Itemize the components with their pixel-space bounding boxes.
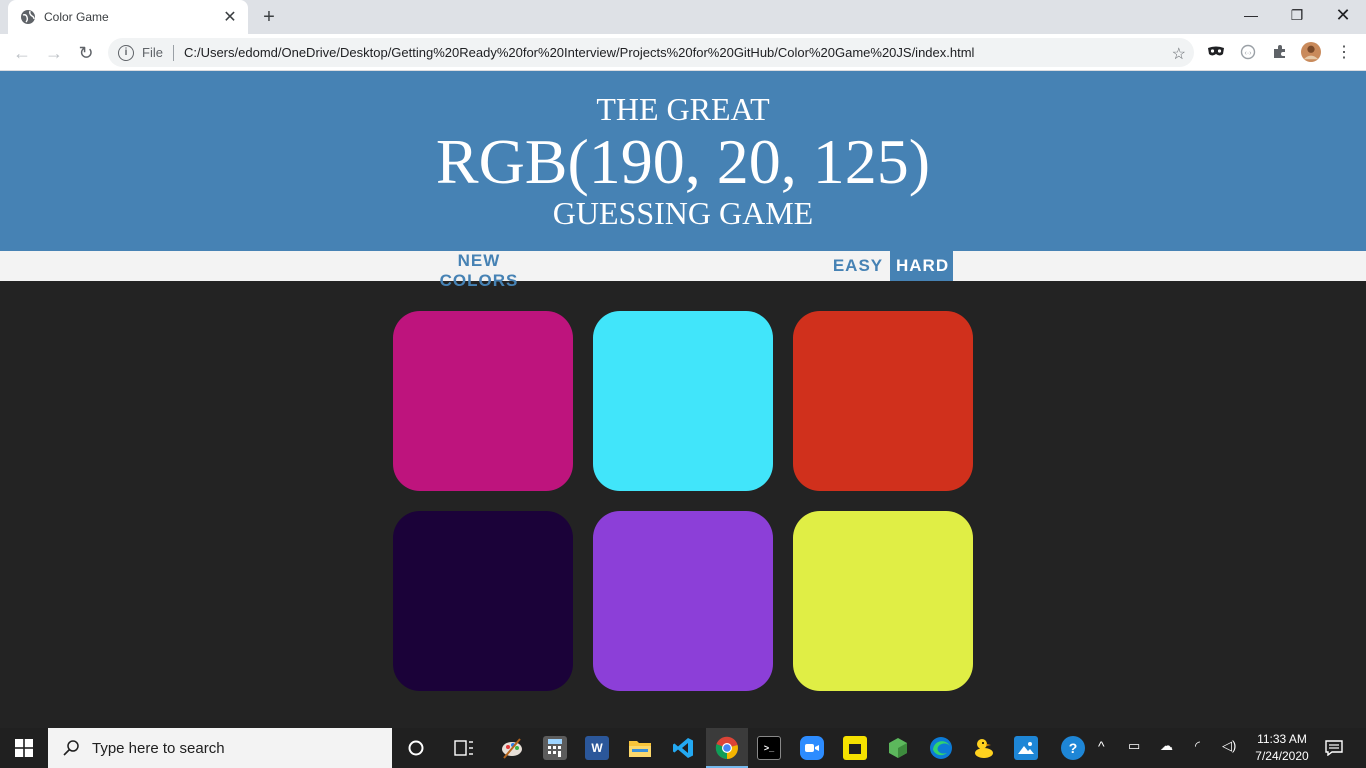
3d-cube-icon[interactable] <box>886 736 910 760</box>
windows-taskbar: Type here to search W >_ ? ^ ▭ ☁ ◜ ◁) 11… <box>0 728 1366 768</box>
close-window-button[interactable]: ✕ <box>1320 0 1366 30</box>
title-bottom: Guessing Game <box>552 195 814 231</box>
back-arrow-icon[interactable]: ← <box>8 39 36 67</box>
photos-icon[interactable] <box>1014 736 1038 760</box>
avatar[interactable] <box>1301 42 1321 62</box>
color-display: RGB(190, 20, 125) <box>435 126 931 197</box>
color-square[interactable] <box>793 511 973 691</box>
wifi-icon[interactable]: ◜ <box>1195 738 1200 754</box>
browser-toolbar: ← → ↻ i File C:/Users/edomd/OneDrive/Des… <box>0 34 1366 71</box>
edge-icon[interactable] <box>929 736 953 760</box>
color-square[interactable] <box>593 511 773 691</box>
minimize-button[interactable]: — <box>1228 0 1274 30</box>
zoom-icon[interactable] <box>800 736 824 760</box>
file-label: File <box>142 45 163 60</box>
rubber-duck-icon[interactable] <box>972 736 996 760</box>
page-viewport: The Great RGB(190, 20, 125) Guessing Gam… <box>0 71 1366 728</box>
vscode-icon[interactable] <box>671 736 695 760</box>
color-square[interactable] <box>393 311 573 491</box>
task-view-icon[interactable] <box>452 736 476 760</box>
mask-extension-icon[interactable] <box>1206 42 1226 62</box>
tab-title: Color Game <box>44 10 109 24</box>
game-header: The Great RGB(190, 20, 125) Guessing Gam… <box>0 71 1366 251</box>
reload-icon[interactable]: ↻ <box>72 39 100 67</box>
paint-palette-icon[interactable] <box>500 736 524 760</box>
clock-date: 7/24/2020 <box>1255 749 1309 763</box>
clock-time: 11:33 AM <box>1257 732 1307 746</box>
color-square[interactable] <box>593 311 773 491</box>
windows-logo-icon <box>15 739 33 757</box>
color-square[interactable] <box>793 311 973 491</box>
windows-start-button[interactable] <box>0 728 48 768</box>
info-icon[interactable]: i <box>118 44 134 61</box>
omnibox-divider <box>172 44 174 61</box>
url-text[interactable]: C:/Users/edomd/OneDrive/Desktop/Getting%… <box>184 45 974 60</box>
volume-icon[interactable]: ◁) <box>1222 738 1236 754</box>
chevron-up-icon[interactable]: ^ <box>1098 738 1105 754</box>
chrome-menu-icon[interactable]: ⋮ <box>1334 42 1354 62</box>
svg-text:‹·›: ‹·› <box>1245 50 1253 57</box>
hard-mode-button[interactable]: Hard <box>890 251 953 281</box>
control-stripe: New Colors Easy Hard <box>0 251 1366 290</box>
close-tab-icon[interactable]: ✕ <box>220 7 240 27</box>
cortana-icon[interactable] <box>404 736 428 760</box>
browser-tabstrip: Color Game ✕ + — ❐ ✕ <box>0 0 1366 34</box>
sticky-notes-icon[interactable] <box>843 736 867 760</box>
clock[interactable]: 11:33 AM 7/24/2020 <box>1248 731 1316 765</box>
chrome-icon[interactable] <box>715 736 739 760</box>
title-top: The Great <box>596 91 770 127</box>
extension-circle-icon[interactable]: ‹·› <box>1238 42 1258 62</box>
help-icon[interactable]: ? <box>1061 736 1085 760</box>
forward-arrow-icon[interactable]: → <box>40 39 68 67</box>
bookmark-star-icon[interactable]: ☆ <box>1172 44 1186 64</box>
address-bar[interactable]: i File C:/Users/edomd/OneDrive/Desktop/G… <box>108 38 1194 67</box>
color-square[interactable] <box>393 511 573 691</box>
calculator-icon[interactable] <box>543 736 567 760</box>
search-placeholder: Type here to search <box>92 739 225 757</box>
terminal-icon[interactable]: >_ <box>757 736 781 760</box>
globe-icon <box>20 9 36 25</box>
new-tab-button[interactable]: + <box>257 6 281 28</box>
new-colors-button[interactable]: New Colors <box>413 251 545 290</box>
restore-button[interactable]: ❐ <box>1274 0 1320 30</box>
taskbar-search-box[interactable]: Type here to search <box>48 728 392 768</box>
notification-icon[interactable] <box>1322 736 1346 760</box>
word-icon[interactable]: W <box>585 736 609 760</box>
search-icon <box>63 740 79 756</box>
file-explorer-icon[interactable] <box>628 736 652 760</box>
browser-tab[interactable]: Color Game ✕ <box>8 0 248 34</box>
puzzle-icon[interactable] <box>1270 42 1290 62</box>
cloud-sync-icon[interactable]: ☁ <box>1160 738 1173 754</box>
battery-icon[interactable]: ▭ <box>1128 738 1140 754</box>
easy-mode-button[interactable]: Easy <box>826 251 890 281</box>
